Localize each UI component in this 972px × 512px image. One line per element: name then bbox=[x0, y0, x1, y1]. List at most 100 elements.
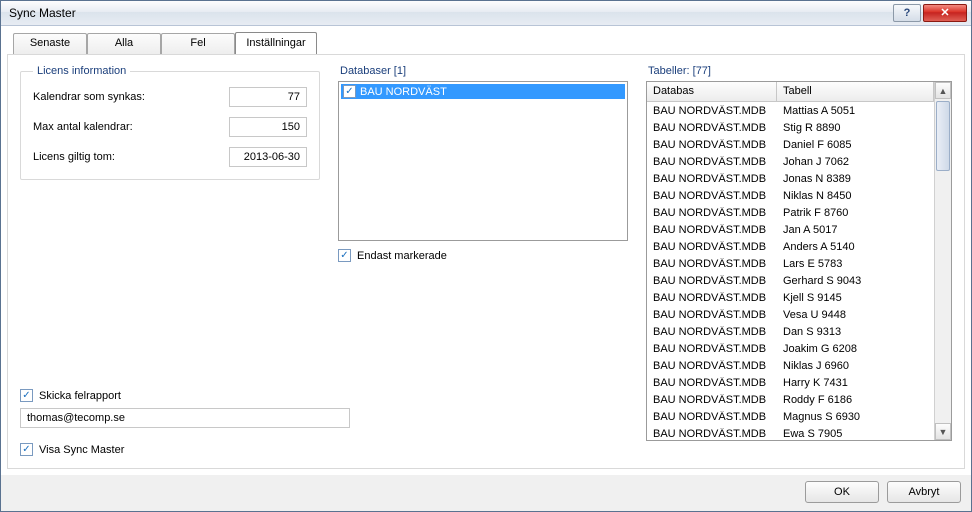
tab-label: Inställningar bbox=[246, 37, 305, 49]
cell-tbl: Niklas J 6960 bbox=[777, 360, 934, 372]
dialog-body: Senaste Alla Fel Inställningar Licens in… bbox=[1, 26, 971, 475]
cell-db: BAU NORDVÄST.MDB bbox=[647, 105, 777, 117]
tab-panel: Licens information Kalendrar som synkas:… bbox=[7, 54, 965, 469]
table-row[interactable]: BAU NORDVÄST.MDBDaniel F 6085 bbox=[647, 136, 934, 153]
table-row[interactable]: BAU NORDVÄST.MDBDan S 9313 bbox=[647, 323, 934, 340]
cell-tbl: Jan A 5017 bbox=[777, 224, 934, 236]
grid-body[interactable]: BAU NORDVÄST.MDBMattias A 5051BAU NORDVÄ… bbox=[647, 102, 934, 440]
table-row[interactable]: BAU NORDVÄST.MDBRoddy F 6186 bbox=[647, 391, 934, 408]
license-legend: Licens information bbox=[33, 65, 130, 77]
cell-tbl: Patrik F 8760 bbox=[777, 207, 934, 219]
error-report-label: Skicka felrapport bbox=[39, 390, 121, 402]
cell-tbl: Ewa S 7905 bbox=[777, 428, 934, 440]
tab-fel[interactable]: Fel bbox=[161, 33, 235, 55]
table-row[interactable]: BAU NORDVÄST.MDBNiklas J 6960 bbox=[647, 357, 934, 374]
show-sync-master-row[interactable]: ✓ Visa Sync Master bbox=[20, 443, 124, 456]
cell-db: BAU NORDVÄST.MDB bbox=[647, 292, 777, 304]
scroll-down-button[interactable]: ▼ bbox=[935, 423, 951, 440]
tab-label: Fel bbox=[190, 37, 205, 49]
cell-db: BAU NORDVÄST.MDB bbox=[647, 411, 777, 423]
table-row[interactable]: BAU NORDVÄST.MDBMattias A 5051 bbox=[647, 102, 934, 119]
tab-installningar[interactable]: Inställningar bbox=[235, 32, 317, 54]
close-button[interactable]: ✕ bbox=[923, 4, 967, 22]
cell-tbl: Magnus S 6930 bbox=[777, 411, 934, 423]
tab-alla[interactable]: Alla bbox=[87, 33, 161, 55]
col-header-db[interactable]: Databas bbox=[647, 82, 777, 101]
error-report-email-input[interactable] bbox=[20, 408, 350, 428]
show-sync-master-label: Visa Sync Master bbox=[39, 444, 124, 456]
app-window: Sync Master ? ✕ Senaste Alla Fel Inställ… bbox=[0, 0, 972, 512]
scroll-up-button[interactable]: ▲ bbox=[935, 82, 951, 99]
cell-db: BAU NORDVÄST.MDB bbox=[647, 139, 777, 151]
cell-tbl: Joakim G 6208 bbox=[777, 343, 934, 355]
cell-db: BAU NORDVÄST.MDB bbox=[647, 326, 777, 338]
license-label: Licens giltig tom: bbox=[33, 151, 229, 163]
table-row[interactable]: BAU NORDVÄST.MDBStig R 8890 bbox=[647, 119, 934, 136]
cell-tbl: Harry K 7431 bbox=[777, 377, 934, 389]
cell-db: BAU NORDVÄST.MDB bbox=[647, 190, 777, 202]
checkbox-icon[interactable]: ✓ bbox=[338, 249, 351, 262]
title-bar: Sync Master ? ✕ bbox=[1, 1, 971, 26]
window-title: Sync Master bbox=[9, 6, 891, 20]
grid-header: Databas Tabell bbox=[647, 82, 934, 102]
ok-button[interactable]: OK bbox=[805, 481, 879, 503]
table-row[interactable]: BAU NORDVÄST.MDBNiklas N 8450 bbox=[647, 187, 934, 204]
table-row[interactable]: BAU NORDVÄST.MDBJoakim G 6208 bbox=[647, 340, 934, 357]
cell-db: BAU NORDVÄST.MDB bbox=[647, 241, 777, 253]
license-value: 2013-06-30 bbox=[229, 147, 307, 167]
table-row[interactable]: BAU NORDVÄST.MDBGerhard S 9043 bbox=[647, 272, 934, 289]
table-row[interactable]: BAU NORDVÄST.MDBMagnus S 6930 bbox=[647, 408, 934, 425]
scroll-thumb[interactable] bbox=[936, 101, 950, 171]
checkbox-icon[interactable]: ✓ bbox=[20, 389, 33, 402]
cancel-button[interactable]: Avbryt bbox=[887, 481, 961, 503]
table-row[interactable]: BAU NORDVÄST.MDBAnders A 5140 bbox=[647, 238, 934, 255]
table-row[interactable]: BAU NORDVÄST.MDBHarry K 7431 bbox=[647, 374, 934, 391]
cell-db: BAU NORDVÄST.MDB bbox=[647, 360, 777, 372]
cell-tbl: Roddy F 6186 bbox=[777, 394, 934, 406]
cell-db: BAU NORDVÄST.MDB bbox=[647, 156, 777, 168]
cell-db: BAU NORDVÄST.MDB bbox=[647, 258, 777, 270]
table-row[interactable]: BAU NORDVÄST.MDBKjell S 9145 bbox=[647, 289, 934, 306]
table-row[interactable]: BAU NORDVÄST.MDBEwa S 7905 bbox=[647, 425, 934, 440]
cell-db: BAU NORDVÄST.MDB bbox=[647, 224, 777, 236]
cell-tbl: Kjell S 9145 bbox=[777, 292, 934, 304]
list-item[interactable]: ✓ BAU NORDVÄST bbox=[341, 84, 625, 99]
cell-tbl: Jonas N 8389 bbox=[777, 173, 934, 185]
cell-tbl: Johan J 7062 bbox=[777, 156, 934, 168]
cell-tbl: Gerhard S 9043 bbox=[777, 275, 934, 287]
license-group: Licens information Kalendrar som synkas:… bbox=[20, 65, 320, 180]
cell-tbl: Niklas N 8450 bbox=[777, 190, 934, 202]
checkbox-icon[interactable]: ✓ bbox=[343, 85, 356, 98]
cell-tbl: Anders A 5140 bbox=[777, 241, 934, 253]
cell-tbl: Daniel F 6085 bbox=[777, 139, 934, 151]
col-header-tbl[interactable]: Tabell bbox=[777, 82, 934, 101]
cell-db: BAU NORDVÄST.MDB bbox=[647, 428, 777, 440]
only-marked-row[interactable]: ✓ Endast markerade bbox=[338, 249, 628, 262]
scroll-track[interactable] bbox=[935, 99, 951, 423]
cell-db: BAU NORDVÄST.MDB bbox=[647, 173, 777, 185]
checkbox-icon[interactable]: ✓ bbox=[20, 443, 33, 456]
table-row[interactable]: BAU NORDVÄST.MDBJan A 5017 bbox=[647, 221, 934, 238]
error-report-row[interactable]: ✓ Skicka felrapport bbox=[20, 389, 360, 402]
license-row: Kalendrar som synkas: 77 bbox=[33, 87, 307, 107]
table-row[interactable]: BAU NORDVÄST.MDBPatrik F 8760 bbox=[647, 204, 934, 221]
table-row[interactable]: BAU NORDVÄST.MDBJonas N 8389 bbox=[647, 170, 934, 187]
table-row[interactable]: BAU NORDVÄST.MDBLars E 5783 bbox=[647, 255, 934, 272]
cell-db: BAU NORDVÄST.MDB bbox=[647, 343, 777, 355]
cell-db: BAU NORDVÄST.MDB bbox=[647, 394, 777, 406]
table-row[interactable]: BAU NORDVÄST.MDBJohan J 7062 bbox=[647, 153, 934, 170]
vertical-scrollbar[interactable]: ▲ ▼ bbox=[934, 82, 951, 440]
close-icon: ✕ bbox=[940, 8, 949, 19]
license-label: Max antal kalendrar: bbox=[33, 121, 229, 133]
tables-grid: Databas Tabell BAU NORDVÄST.MDBMattias A… bbox=[646, 81, 952, 441]
help-button[interactable]: ? bbox=[893, 4, 921, 22]
tab-bar: Senaste Alla Fel Inställningar bbox=[7, 32, 965, 54]
cell-db: BAU NORDVÄST.MDB bbox=[647, 122, 777, 134]
cell-tbl: Mattias A 5051 bbox=[777, 105, 934, 117]
tab-senaste[interactable]: Senaste bbox=[13, 33, 87, 55]
cell-db: BAU NORDVÄST.MDB bbox=[647, 207, 777, 219]
databases-list[interactable]: ✓ BAU NORDVÄST bbox=[338, 81, 628, 241]
cell-tbl: Lars E 5783 bbox=[777, 258, 934, 270]
cell-tbl: Vesa U 9448 bbox=[777, 309, 934, 321]
table-row[interactable]: BAU NORDVÄST.MDBVesa U 9448 bbox=[647, 306, 934, 323]
